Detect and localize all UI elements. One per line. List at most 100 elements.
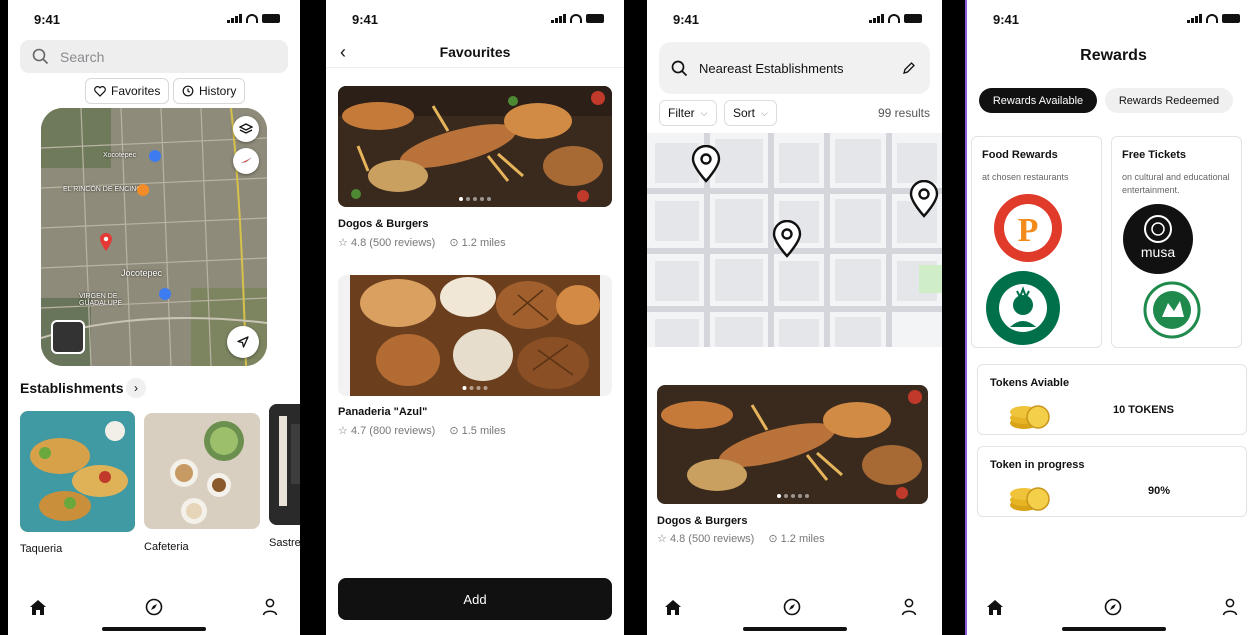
battery-icon — [1222, 14, 1240, 23]
battery-icon — [262, 14, 280, 23]
establishment-card-taqueria[interactable] — [20, 411, 135, 532]
filter-dropdown[interactable]: Filter ⌵ — [659, 100, 717, 126]
nearest-screen: 9:41 Neareast Establishments Filter ⌵ So… — [647, 0, 942, 635]
wifi-icon — [570, 14, 582, 23]
card-title: Tokens Aviable — [990, 377, 1070, 389]
status-time: 9:41 — [34, 12, 61, 27]
bread-photo — [350, 275, 600, 396]
restaurant-poi-icon[interactable] — [137, 184, 149, 196]
card-title: Dogos & Burgers — [657, 515, 748, 527]
history-button[interactable]: History — [173, 78, 246, 104]
hospital-poi-icon[interactable] — [149, 150, 161, 162]
compass-button[interactable] — [233, 148, 259, 174]
tab-rewards-redeemed[interactable]: Rewards Redeemed — [1105, 88, 1233, 113]
search-placeholder: Search — [60, 49, 105, 65]
edit-pencil-icon[interactable] — [902, 61, 916, 75]
tab-home[interactable] — [983, 595, 1007, 619]
satellite-map[interactable]: Xocotepec EL RINCÓN DE ENCINO Jocotepec … — [41, 108, 267, 366]
map-label-guadalupe: VIRGEN DE GUADALUPE — [79, 293, 123, 307]
svg-text:P: P — [1018, 212, 1039, 249]
tokens-card[interactable]: Tokens Aviable 10 TOKENS — [977, 364, 1247, 435]
battery-icon — [586, 14, 604, 23]
favorites-button[interactable]: Favorites — [85, 78, 170, 104]
history-label: History — [199, 84, 237, 98]
status-time: 9:41 — [673, 12, 700, 27]
token-progress-card[interactable]: Token in progress 90% — [977, 446, 1247, 517]
home-icon — [665, 599, 681, 615]
tab-home[interactable] — [26, 595, 50, 619]
tab-profile[interactable] — [897, 595, 921, 619]
add-label: Add — [463, 591, 487, 607]
school-poi-icon[interactable] — [159, 288, 171, 300]
establishment-label-taqueria: Taqueria — [20, 543, 63, 555]
map-pin-icon[interactable] — [99, 232, 113, 252]
rating-value: 4.8 (500 reviews) — [669, 533, 755, 545]
section-more-button[interactable]: › — [126, 378, 146, 398]
map-marker-icon[interactable] — [772, 220, 802, 258]
card-image-dogos[interactable] — [657, 385, 928, 504]
card-title: Token in progress — [990, 459, 1085, 471]
tab-profile[interactable] — [258, 595, 282, 619]
status-icons — [227, 14, 280, 23]
card-image-panaderia[interactable] — [338, 275, 612, 396]
food-rewards-card[interactable]: Food Rewards at chosen restaurants P — [971, 136, 1102, 348]
location-pin-icon: ⊙ — [449, 237, 459, 249]
distance-value: 1.2 miles — [461, 237, 506, 249]
starbucks-logo — [986, 271, 1060, 345]
distance: ⊙ 1.2 miles — [768, 532, 824, 545]
search-field[interactable]: Neareast Establishments — [659, 42, 930, 94]
card-image-dogos[interactable] — [338, 86, 612, 207]
free-tickets-card[interactable]: Free Tickets on cultural and educational… — [1111, 136, 1242, 348]
layers-icon — [239, 123, 253, 134]
tab-explore[interactable] — [780, 595, 804, 619]
map-marker-icon[interactable] — [909, 180, 939, 218]
search-icon — [671, 60, 688, 77]
signal-icon — [227, 14, 242, 23]
home-icon — [30, 599, 46, 615]
tokens-value: 10 TOKENS — [1113, 404, 1174, 416]
rating-value: 4.8 (500 reviews) — [350, 237, 436, 249]
taqueria-photo — [20, 411, 135, 532]
sort-dropdown[interactable]: Sort ⌵ — [724, 100, 777, 126]
user-icon — [262, 598, 278, 616]
tab-home[interactable] — [661, 595, 685, 619]
carousel-dots — [462, 386, 488, 390]
progress-value: 90% — [1148, 485, 1171, 497]
tab-label: Rewards Redeemed — [1118, 94, 1220, 107]
map-type-thumbnail[interactable] — [51, 320, 85, 354]
star-icon: ☆ — [338, 237, 348, 249]
page-title: Rewards — [1080, 47, 1147, 64]
establishment-card-sastre[interactable] — [269, 404, 300, 525]
compass-icon — [1104, 598, 1122, 616]
tab-rewards-available[interactable]: Rewards Available — [979, 88, 1097, 113]
card-description: at chosen restaurants — [982, 172, 1069, 182]
tab-explore[interactable] — [142, 595, 166, 619]
map-marker-icon[interactable] — [691, 145, 721, 183]
card-description: on cultural and educational entertainmen… — [1122, 172, 1230, 195]
street-map[interactable] — [647, 133, 942, 347]
carousel-dots — [459, 197, 491, 201]
musa-logo-text: musa — [1141, 244, 1175, 260]
musa-logo: musa — [1123, 204, 1193, 274]
heart-icon — [94, 85, 106, 97]
layers-button[interactable] — [233, 116, 259, 142]
status-bar: 9:41 — [647, 10, 942, 30]
status-time: 9:41 — [352, 12, 379, 27]
tab-profile[interactable] — [1218, 595, 1242, 619]
chevron-down-icon: ⌵ — [761, 107, 768, 118]
signal-icon — [551, 14, 566, 23]
distance: ⊙ 1.2 miles — [449, 236, 505, 249]
tab-explore[interactable] — [1101, 595, 1125, 619]
page-title: Favourites — [439, 44, 511, 60]
compass-icon — [145, 598, 163, 616]
coins-icon — [1010, 405, 1050, 429]
home-screen: 9:41 Search Favorites History Xocotepec … — [8, 0, 300, 635]
favorites-label: Favorites — [111, 84, 161, 98]
search-input[interactable]: Search — [20, 40, 288, 73]
add-button[interactable]: Add — [338, 578, 612, 620]
card-title: Food Rewards — [982, 149, 1058, 161]
distance: ⊙ 1.5 miles — [449, 424, 505, 437]
establishment-card-cafeteria[interactable] — [144, 413, 260, 529]
burgers-photo — [338, 86, 612, 207]
locate-me-button[interactable] — [227, 326, 259, 358]
